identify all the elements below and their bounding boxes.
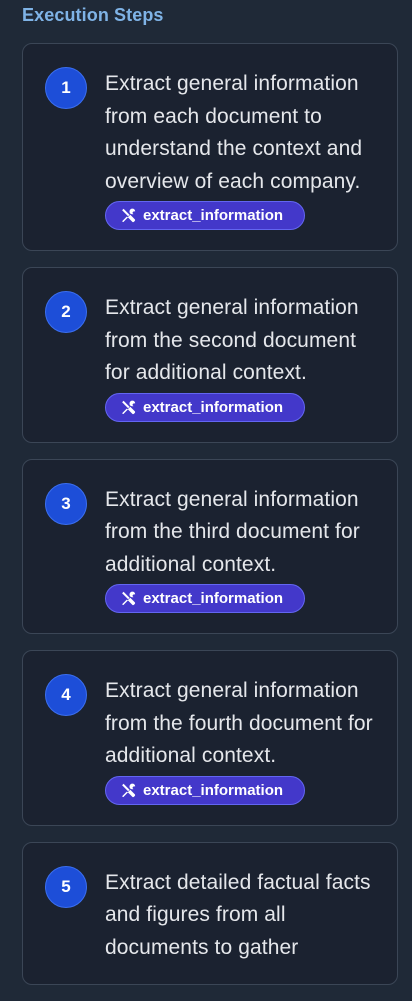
- step-card: 3 Extract general information from the t…: [22, 458, 398, 634]
- tool-name: extract_information: [143, 207, 284, 224]
- step-description: Extract general information from the fou…: [105, 679, 373, 767]
- step-description: Extract detailed factual facts and figur…: [105, 870, 371, 959]
- step-card: 5 Extract detailed factual facts and fig…: [22, 841, 398, 985]
- tool-badge[interactable]: extract_information: [105, 392, 305, 422]
- step-card: 2 Extract general information from the s…: [22, 267, 398, 443]
- step-number-badge: 1: [45, 67, 87, 109]
- step-description: Extract general information from the sec…: [105, 296, 359, 384]
- step-card: 4 Extract general information from the f…: [22, 650, 398, 826]
- tools-icon: [122, 208, 136, 223]
- step-number-badge: 4: [45, 674, 87, 716]
- step-description: Extract general information from each do…: [105, 72, 363, 193]
- step-number-badge: 5: [45, 865, 87, 908]
- tools-icon: [122, 400, 136, 414]
- step-card: 1 Extract general information from each …: [22, 43, 398, 251]
- tool-name: extract_information: [143, 398, 284, 416]
- tool-name: extract_information: [143, 781, 284, 799]
- tool-badge[interactable]: extract_information: [105, 775, 305, 805]
- section-title: Execution Steps: [22, 5, 164, 25]
- tool-badge[interactable]: extract_information: [105, 584, 305, 613]
- tool-name: extract_information: [143, 590, 284, 607]
- tools-icon: [122, 591, 136, 606]
- tool-badge[interactable]: extract_information: [105, 201, 305, 230]
- step-description: Extract general information from the thi…: [105, 487, 360, 576]
- step-number-badge: 2: [45, 291, 87, 333]
- execution-steps-list: 1 Extract general information from each …: [22, 43, 398, 1001]
- step-number-badge: 3: [45, 482, 87, 525]
- tools-icon: [122, 783, 136, 797]
